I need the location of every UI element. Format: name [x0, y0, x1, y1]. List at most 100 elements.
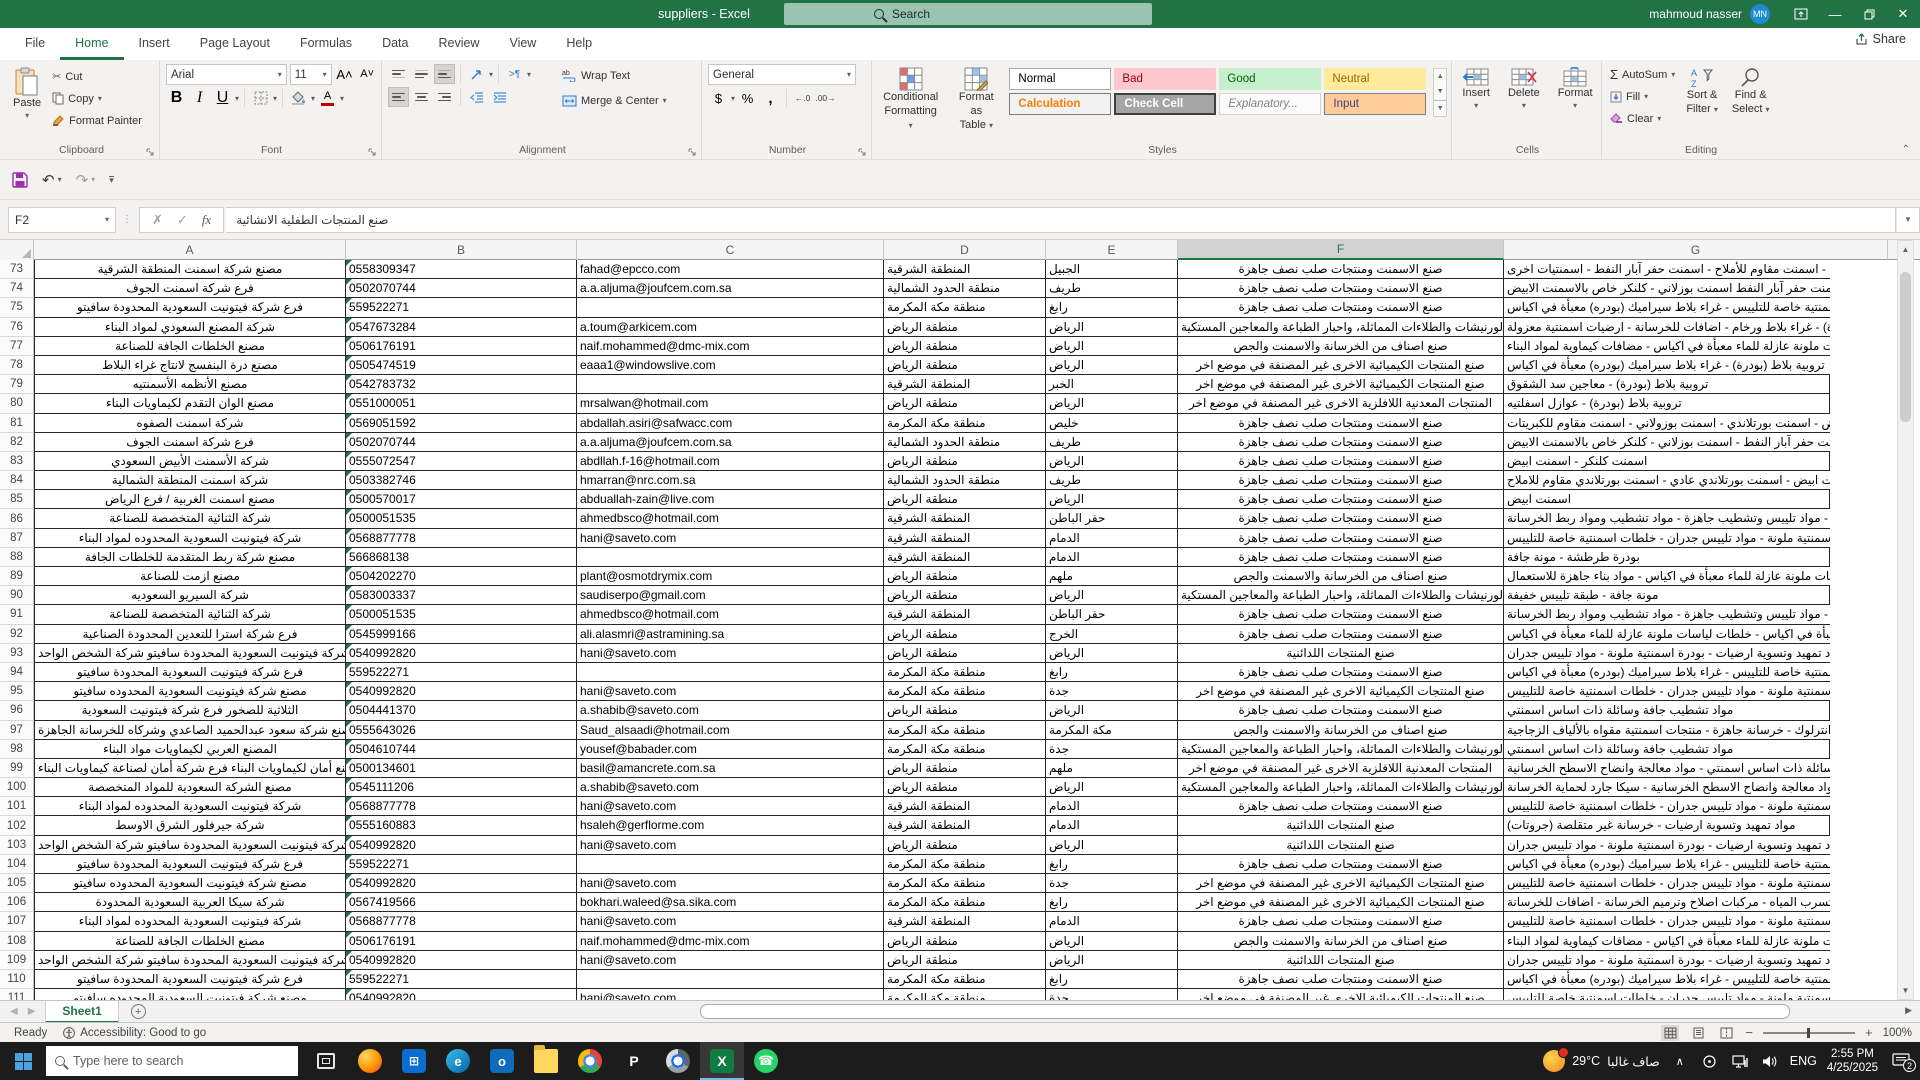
row-header-98[interactable]: 98 — [0, 740, 34, 759]
cell-B108[interactable]: 0506176191 — [346, 932, 577, 951]
row-header-94[interactable]: 94 — [0, 663, 34, 682]
cell-F103[interactable]: صنع المنتجات اللدائنية — [1178, 836, 1504, 855]
cell-G78[interactable]: تروبية بلاط (بودرة) - غراء بلاط سيراميك … — [1504, 356, 1830, 375]
cell-D76[interactable]: منطقة الرياض — [884, 318, 1046, 337]
cell-G101[interactable]: ضيات - بودرة اسمنتية ملونة - مواد تلييس … — [1504, 797, 1830, 816]
cell-E108[interactable]: الرياض — [1046, 932, 1178, 951]
column-header-F[interactable]: F — [1178, 240, 1504, 260]
cell-C103[interactable]: hani@saveto.com — [577, 836, 884, 855]
row-header-107[interactable]: 107 — [0, 912, 34, 931]
row-header-83[interactable]: 83 — [0, 452, 34, 471]
cell-F109[interactable]: صنع المنتجات اللدائنية — [1178, 951, 1504, 970]
cell-A86[interactable]: شركة الثنائية المتخصصة للصناعة — [34, 509, 346, 528]
cell-H101[interactable] — [1830, 797, 1888, 816]
row-header-110[interactable]: 110 — [0, 970, 34, 989]
column-header-A[interactable]: A — [34, 240, 346, 260]
formula-bar-expand-icon[interactable]: ▾ — [1896, 207, 1920, 233]
cell-B106[interactable]: 0567419566 — [346, 893, 577, 912]
cell-G82[interactable]: تشطيب - اسمنت حفر آبار النفط - اسمنت بوز… — [1504, 433, 1830, 452]
cell-H84[interactable] — [1830, 471, 1888, 490]
cell-D80[interactable]: منطقة الرياض — [884, 394, 1046, 413]
clear-button[interactable]: Clear▾ — [1608, 108, 1677, 129]
conditional-formatting-button[interactable]: ConditionalFormatting ▾ — [878, 64, 943, 135]
grow-font-icon[interactable]: A˄ — [335, 64, 355, 84]
cell-F108[interactable]: صنع اصناف من الخرسانة والاسمنت والجص — [1178, 932, 1504, 951]
merge-center-button[interactable]: Merge & Center▾ — [560, 90, 669, 111]
cell-A95[interactable]: مصنع شركة فيتونيت السعودية المحدوده سافي… — [34, 682, 346, 701]
cell-E99[interactable]: ملهم — [1046, 759, 1178, 778]
taskbar-icon-store[interactable]: ⊞ — [392, 1042, 436, 1080]
find-select-button[interactable]: Find &Select ▾ — [1727, 64, 1775, 129]
cell-E98[interactable]: جدة — [1046, 740, 1178, 759]
cell-F82[interactable]: صنع الاسمنت ومنتجات صلب نصف جاهزة — [1178, 433, 1504, 452]
cell-E89[interactable]: ملهم — [1046, 567, 1178, 586]
shrink-font-icon[interactable]: A˅ — [357, 64, 377, 84]
column-header-D[interactable]: D — [884, 240, 1046, 260]
cell-D99[interactable]: منطقة الرياض — [884, 759, 1046, 778]
cell-A91[interactable]: شركة الثنائية المتخصصة للصناعة — [34, 605, 346, 624]
cell-B85[interactable]: 0500570017 — [346, 490, 577, 509]
cell-G75[interactable]: ان - خلطات اسمنتية خاصة للتلييس - غراء ب… — [1504, 298, 1830, 317]
cell-F79[interactable]: صنع المنتجات الكيميائية الاخرى غير المصن… — [1178, 375, 1504, 394]
column-header-E[interactable]: E — [1046, 240, 1178, 260]
align-bottom-icon[interactable] — [434, 64, 455, 84]
cell-D111[interactable]: منطقة مكة المكرمة — [884, 989, 1046, 1000]
ribbon-display-options-icon[interactable] — [1784, 0, 1818, 28]
delete-cells-button[interactable]: Delete▾ — [1503, 64, 1545, 114]
cell-D73[interactable]: المنطقة الشرقية — [884, 260, 1046, 279]
cell-A82[interactable]: فرع شركة اسمنت الجوف — [34, 433, 346, 452]
cell-D79[interactable]: المنطقة الشرقية — [884, 375, 1046, 394]
cell-D87[interactable]: المنطقة الشرقية — [884, 529, 1046, 548]
align-top-icon[interactable] — [388, 64, 409, 84]
cell-C78[interactable]: eaaa1@windowslive.com — [577, 356, 884, 375]
taskbar-icon-file-explorer[interactable] — [524, 1042, 568, 1080]
cell-D92[interactable]: منطقة الرياض — [884, 625, 1046, 644]
cell-A79[interactable]: مصنع الأنظمه الأسمنتيه — [34, 375, 346, 394]
cell-A108[interactable]: مصنع الخلطات الجافة للصناعة — [34, 932, 346, 951]
cell-E90[interactable]: الرياض — [1046, 586, 1178, 605]
taskbar-icon-powerpoint[interactable]: P — [612, 1042, 656, 1080]
text-direction-icon[interactable]: >¶ — [504, 64, 525, 84]
cell-G100[interactable]: مله للحراره - مواد معالجة وانضاح الاسطح … — [1504, 778, 1830, 797]
cell-B87[interactable]: 0568877778 — [346, 529, 577, 548]
cell-G80[interactable]: تروبية بلاط (بودرة) - عوازل اسفلتيه — [1504, 394, 1830, 413]
cell-F91[interactable]: صنع الاسمنت ومنتجات صلب نصف جاهزة — [1178, 605, 1504, 624]
cell-A77[interactable]: مصنع الخلطات الجافة للصناعة — [34, 337, 346, 356]
cell-H85[interactable] — [1830, 490, 1888, 509]
cell-A85[interactable]: مصنع اسمنت الغربية / فرع الرياض — [34, 490, 346, 509]
row-header-88[interactable]: 88 — [0, 548, 34, 567]
cell-D98[interactable]: منطقة مكة المكرمة — [884, 740, 1046, 759]
cell-F111[interactable]: صنع المنتجات الكيميائية الاخرى غير المصن… — [1178, 989, 1504, 1000]
cell-A90[interactable]: شركة السيريو السعوديه — [34, 586, 346, 605]
tab-home[interactable]: Home — [60, 28, 123, 60]
cell-B82[interactable]: 0502070744 — [346, 433, 577, 452]
insert-function-icon[interactable]: fx — [202, 212, 211, 228]
cell-H97[interactable] — [1830, 721, 1888, 740]
font-size-select[interactable]: 11▾ — [290, 64, 332, 85]
alignment-dialog-launcher-icon[interactable] — [688, 144, 698, 154]
cell-C109[interactable]: hani@saveto.com — [577, 951, 884, 970]
row-header-100[interactable]: 100 — [0, 778, 34, 797]
row-header-84[interactable]: 84 — [0, 471, 34, 490]
cell-F73[interactable]: صنع الاسمنت ومنتجات صلب نصف جاهزة — [1178, 260, 1504, 279]
scroll-right-icon[interactable]: ▶ — [1905, 1005, 1912, 1016]
style-good[interactable]: Good — [1219, 68, 1321, 90]
cell-G105[interactable]: ضيات - بودرة اسمنتية ملونة - مواد تلييس … — [1504, 874, 1830, 893]
row-header-92[interactable]: 92 — [0, 625, 34, 644]
cell-C93[interactable]: hani@saveto.com — [577, 644, 884, 663]
cell-B101[interactable]: 0568877778 — [346, 797, 577, 816]
vertical-scroll-thumb[interactable] — [1900, 272, 1911, 422]
tab-help[interactable]: Help — [551, 28, 607, 60]
align-center-icon[interactable] — [411, 87, 432, 107]
cell-D91[interactable]: المنطقة الشرقية — [884, 605, 1046, 624]
cell-E110[interactable]: رابغ — [1046, 970, 1178, 989]
style-explanatory[interactable]: Explanatory... — [1219, 93, 1321, 115]
cell-G84[interactable]: كلنكر - اسمنت ابيض - اسمنت بورتلاندي عاد… — [1504, 471, 1830, 490]
undo-button[interactable]: ↶▾ — [42, 171, 62, 189]
cell-C92[interactable]: ali.alasmri@astramining.sa — [577, 625, 884, 644]
decrease-indent-icon[interactable] — [466, 87, 487, 107]
style-input[interactable]: Input — [1324, 93, 1426, 115]
cell-E85[interactable]: الرياض — [1046, 490, 1178, 509]
cell-E102[interactable]: الدمام — [1046, 816, 1178, 835]
cell-C75[interactable] — [577, 298, 884, 317]
